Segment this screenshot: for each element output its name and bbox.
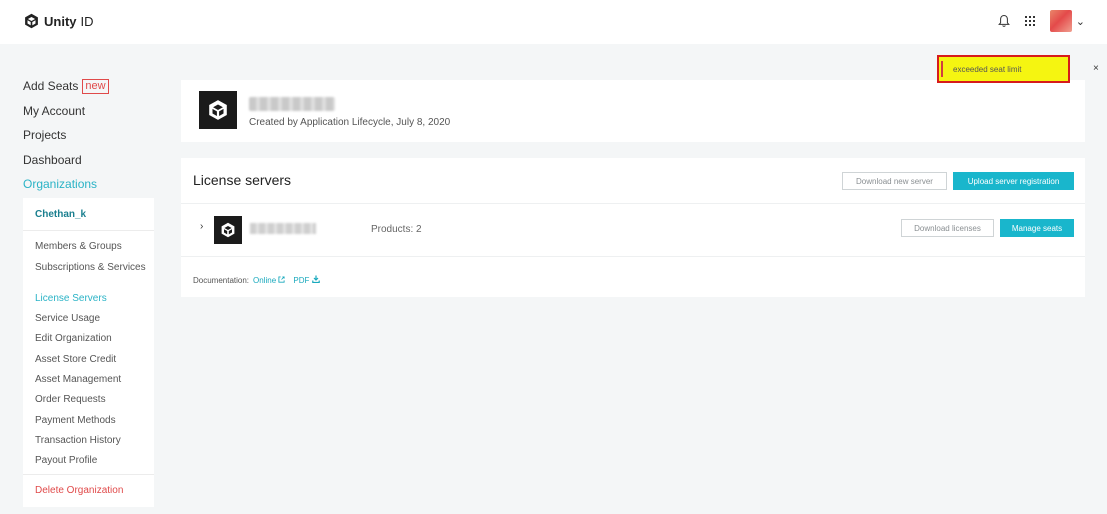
online-link-label: Online <box>253 275 277 285</box>
sidebar-item-label: Add Seats <box>23 79 79 93</box>
sidebar: Add Seats new My Account Projects Dashboa… <box>23 74 154 197</box>
unity-logo-icon <box>25 13 38 29</box>
external-link-icon <box>278 275 285 283</box>
sidebar-item-organizations[interactable]: Organizations <box>23 172 154 197</box>
apps-grid-icon[interactable] <box>1024 15 1036 27</box>
upload-server-registration-button[interactable]: Upload server registration <box>953 172 1074 190</box>
unity-logo-icon <box>221 222 235 238</box>
org-item-subscriptions[interactable]: Subscriptions & Services <box>35 262 150 273</box>
org-item-asset-store-credit[interactable]: Asset Store Credit <box>35 354 150 365</box>
documentation-online-link[interactable]: Online <box>253 276 285 285</box>
sidebar-item-projects[interactable]: Projects <box>23 123 154 148</box>
divider <box>23 230 154 231</box>
org-item-payment-methods[interactable]: Payment Methods <box>35 415 150 426</box>
download-new-server-button[interactable]: Download new server <box>842 172 947 190</box>
server-avatar <box>214 216 242 244</box>
top-bar: Unity ID ⌄ <box>0 0 1107 44</box>
logo-bold-text: Unity <box>44 13 77 29</box>
org-item-edit-organization[interactable]: Edit Organization <box>35 333 150 344</box>
toast-message: exceeded seat limit <box>953 65 1022 74</box>
error-toast: exceeded seat limit <box>937 55 1070 83</box>
documentation-row: Documentation: Online PDF <box>193 275 320 285</box>
organization-menu: Chethan_k Members & Groups Subscriptions… <box>23 198 154 507</box>
chevron-down-icon: ⌄ <box>1075 15 1085 28</box>
documentation-pdf-link[interactable]: PDF <box>293 275 320 285</box>
divider <box>23 474 154 475</box>
download-icon <box>311 275 320 284</box>
unity-logo-icon <box>209 100 227 120</box>
unity-id-logo[interactable]: Unity ID <box>23 13 94 29</box>
org-item-members-groups[interactable]: Members & Groups <box>35 241 150 252</box>
products-count: Products: 2 <box>371 224 422 235</box>
organization-card: Created by Application Lifecycle, July 8… <box>181 80 1085 142</box>
divider <box>181 203 1085 204</box>
delete-organization-link[interactable]: Delete Organization <box>35 485 150 496</box>
download-licenses-button[interactable]: Download licenses <box>901 219 994 237</box>
logo-id-text: ID <box>80 13 94 29</box>
org-item-asset-management[interactable]: Asset Management <box>35 374 150 385</box>
org-item-service-usage[interactable]: Service Usage <box>35 313 150 324</box>
org-item-license-servers[interactable]: License Servers <box>35 293 150 304</box>
sidebar-item-add-seats[interactable]: Add Seats new <box>23 74 154 99</box>
redacted-organization-name <box>249 97 335 111</box>
license-servers-card: License servers Download new server Uplo… <box>181 158 1085 297</box>
organization-name[interactable]: Chethan_k <box>35 209 86 220</box>
manage-seats-button[interactable]: Manage seats <box>1000 219 1074 237</box>
avatar <box>1049 10 1072 32</box>
sidebar-item-my-account[interactable]: My Account <box>23 99 154 124</box>
redacted-server-name <box>250 223 316 234</box>
sidebar-item-dashboard[interactable]: Dashboard <box>23 148 154 173</box>
org-item-payout-profile[interactable]: Payout Profile <box>35 455 150 466</box>
new-badge: new <box>82 79 109 94</box>
notification-bell-icon[interactable] <box>997 14 1010 28</box>
toast-accent-bar <box>941 61 943 77</box>
close-icon[interactable]: × <box>1093 63 1099 74</box>
organization-avatar <box>199 91 237 129</box>
created-info: Created by Application Lifecycle, July 8… <box>249 117 451 128</box>
chevron-right-icon[interactable]: › <box>200 221 203 232</box>
pdf-link-label: PDF <box>293 276 310 285</box>
org-item-transaction-history[interactable]: Transaction History <box>35 435 150 446</box>
divider <box>181 256 1085 257</box>
user-menu[interactable]: ⌄ <box>1049 10 1085 32</box>
org-item-order-requests[interactable]: Order Requests <box>35 394 150 405</box>
section-title: License servers <box>193 172 292 188</box>
documentation-label: Documentation: <box>193 275 250 285</box>
